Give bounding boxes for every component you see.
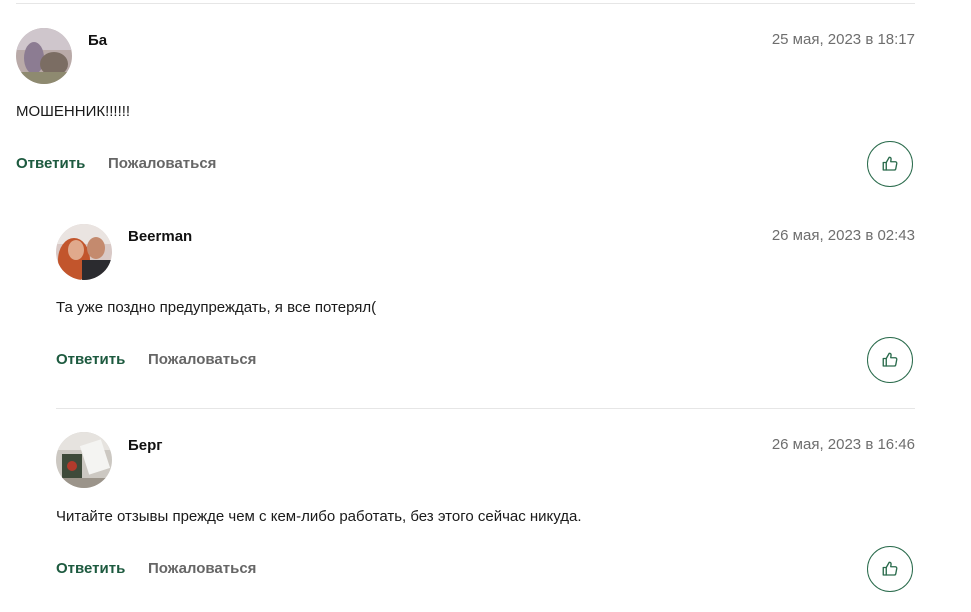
comment-item: Берг 26 мая, 2023 в 16:46 Читайте отзывы… (0, 0, 971, 612)
comment-date: 26 мая, 2023 в 16:46 (771, 436, 915, 453)
comment-author[interactable]: Берг (128, 437, 163, 454)
reply-button[interactable]: Ответить (56, 560, 125, 577)
comment-text: Читайте отзывы прежде чем с кем-либо раб… (56, 508, 582, 525)
thumbs-up-icon (882, 561, 898, 576)
like-button[interactable] (867, 546, 913, 592)
avatar[interactable] (56, 432, 112, 488)
complain-button[interactable]: Пожаловаться (148, 560, 256, 577)
